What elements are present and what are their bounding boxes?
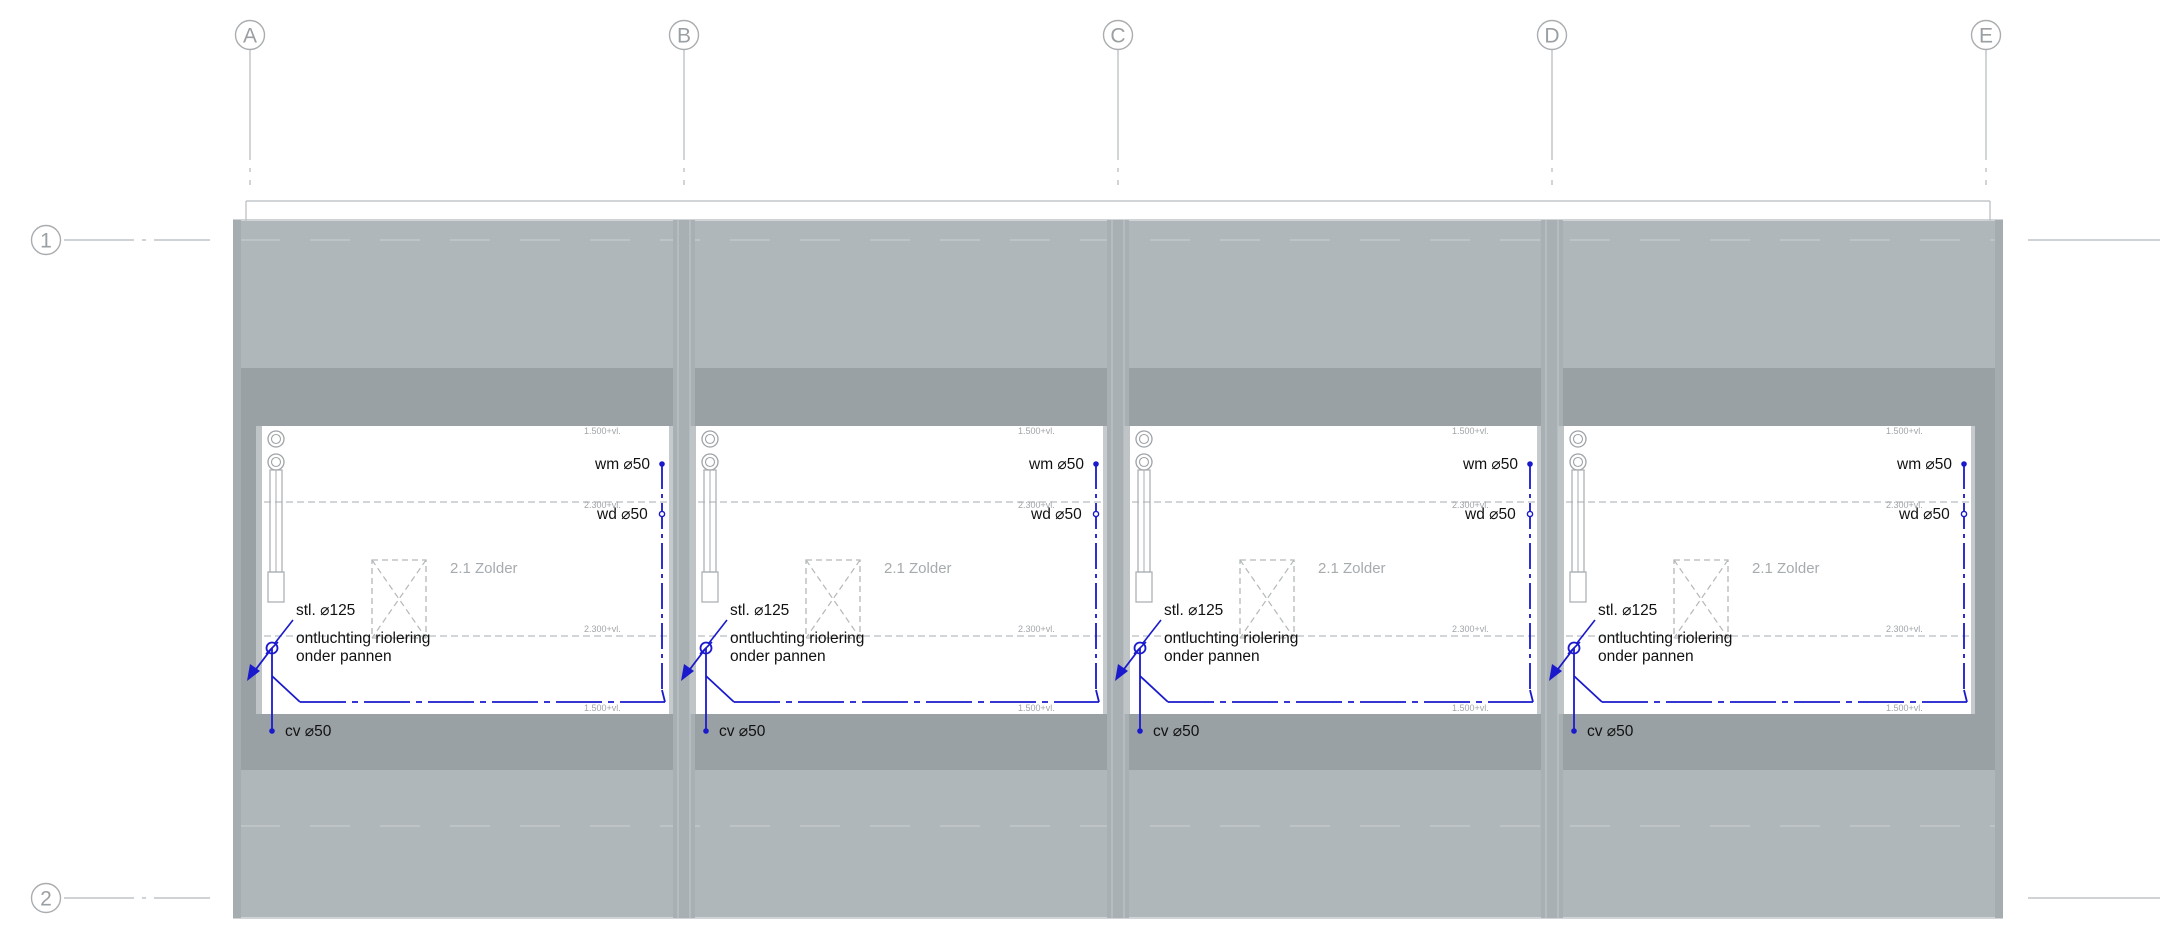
pipe-wm-endpoint bbox=[1961, 461, 1967, 467]
pipe-label-cv: cv ⌀50 bbox=[1153, 723, 1200, 740]
pipe-label-stack: stl. ⌀125 bbox=[730, 602, 789, 619]
level-label-bottom: 1.500+vl. bbox=[584, 703, 621, 713]
pipe-cv-endpoint bbox=[1137, 728, 1143, 734]
pipe-cv-endpoint bbox=[703, 728, 709, 734]
roof-side-strip bbox=[1995, 220, 2003, 918]
room-label: 2.1 Zolder bbox=[1318, 560, 1386, 577]
unit-wall-right bbox=[1103, 426, 1107, 714]
pipe-label-stack: stl. ⌀125 bbox=[1164, 602, 1223, 619]
grid-label-row-1: 1 bbox=[40, 230, 52, 253]
floor-plan-drawing: A B C D E 1 2 1.500+vl. 2.300+vl. 2.300+vl. 1.500+… bbox=[30, 19, 2160, 919]
pipe-label-vent-line1: ontluchting riolering bbox=[296, 630, 430, 647]
level-label-top: 1.500+vl. bbox=[1018, 426, 1055, 436]
room-label: 2.1 Zolder bbox=[450, 560, 518, 577]
grid-label-e: E bbox=[1979, 25, 1993, 48]
pipe-label-wm: wm ⌀50 bbox=[1028, 456, 1084, 473]
pipe-label-wd: wd ⌀50 bbox=[1464, 506, 1516, 523]
level-label-top: 1.500+vl. bbox=[1452, 426, 1489, 436]
pipe-wd-endpoint bbox=[1526, 510, 1534, 518]
pipe-label-wd: wd ⌀50 bbox=[1898, 506, 1950, 523]
grid-label-d: D bbox=[1544, 25, 1559, 48]
pipe-wd-endpoint bbox=[1960, 510, 1968, 518]
unit-wall-right bbox=[1971, 426, 1975, 714]
grid-label-a: A bbox=[243, 25, 257, 48]
level-label-mid: 2.300+vl. bbox=[1018, 624, 1055, 634]
dwelling-unit: 1.500+vl.2.300+vl.2.300+vl.1.500+vl.2.1 … bbox=[1115, 426, 1541, 740]
room-label: 2.1 Zolder bbox=[884, 560, 952, 577]
pipe-wd-endpoint bbox=[658, 510, 666, 518]
pipe-wm-endpoint bbox=[1093, 461, 1099, 467]
pipe-wm-endpoint bbox=[1527, 461, 1533, 467]
unit-wall-right bbox=[1537, 426, 1541, 714]
level-label-bottom: 1.500+vl. bbox=[1886, 703, 1923, 713]
dwelling-unit: 1.500+vl.2.300+vl.2.300+vl.1.500+vl.2.1 … bbox=[1549, 426, 1975, 740]
grid-label-b: B bbox=[677, 25, 691, 48]
pipe-label-vent-line2: onder pannen bbox=[296, 648, 392, 665]
unit-wall-right bbox=[669, 426, 673, 714]
pipe-label-wm: wm ⌀50 bbox=[594, 456, 650, 473]
pipe-label-cv: cv ⌀50 bbox=[719, 723, 766, 740]
pipe-cv-endpoint bbox=[269, 728, 275, 734]
grid-label-row-2: 2 bbox=[40, 888, 52, 911]
grid-label-c: C bbox=[1110, 25, 1125, 48]
pipe-label-vent-line2: onder pannen bbox=[1598, 648, 1694, 665]
pipe-label-wm: wm ⌀50 bbox=[1462, 456, 1518, 473]
pipe-label-vent-line2: onder pannen bbox=[730, 648, 826, 665]
pipe-label-vent-line1: ontluchting riolering bbox=[730, 630, 864, 647]
pipe-label-wd: wd ⌀50 bbox=[1030, 506, 1082, 523]
pipe-label-stack: stl. ⌀125 bbox=[1598, 602, 1657, 619]
level-label-mid: 2.300+vl. bbox=[1886, 624, 1923, 634]
pipe-cv-endpoint bbox=[1571, 728, 1577, 734]
pipe-wm-endpoint bbox=[659, 461, 665, 467]
level-label-mid: 2.300+vl. bbox=[584, 624, 621, 634]
pipe-wd-endpoint bbox=[1092, 510, 1100, 518]
pipe-label-vent-line2: onder pannen bbox=[1164, 648, 1260, 665]
pipe-label-vent-line1: ontluchting riolering bbox=[1164, 630, 1298, 647]
level-label-bottom: 1.500+vl. bbox=[1018, 703, 1055, 713]
pipe-label-wd: wd ⌀50 bbox=[596, 506, 648, 523]
level-label-bottom: 1.500+vl. bbox=[1452, 703, 1489, 713]
level-label-top: 1.500+vl. bbox=[1886, 426, 1923, 436]
pipe-label-wm: wm ⌀50 bbox=[1896, 456, 1952, 473]
dwelling-unit: 1.500+vl.2.300+vl.2.300+vl.1.500+vl.2.1 … bbox=[247, 426, 673, 740]
pipe-label-vent-line1: ontluchting riolering bbox=[1598, 630, 1732, 647]
level-label-mid: 2.300+vl. bbox=[1452, 624, 1489, 634]
pipe-label-cv: cv ⌀50 bbox=[1587, 723, 1634, 740]
pipe-label-cv: cv ⌀50 bbox=[285, 723, 332, 740]
roof-side-strip bbox=[233, 220, 241, 918]
dwelling-unit: 1.500+vl.2.300+vl.2.300+vl.1.500+vl.2.1 … bbox=[681, 426, 1107, 740]
pipe-label-stack: stl. ⌀125 bbox=[296, 602, 355, 619]
level-label-top: 1.500+vl. bbox=[584, 426, 621, 436]
room-label: 2.1 Zolder bbox=[1752, 560, 1820, 577]
